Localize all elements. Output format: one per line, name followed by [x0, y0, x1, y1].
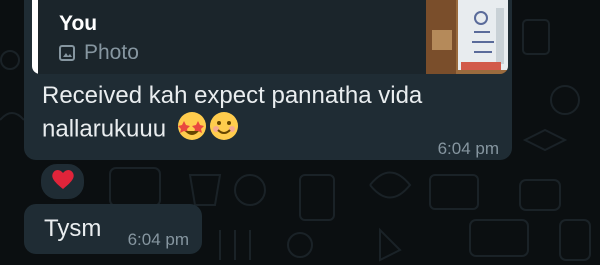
message-text: Received kah expect pannatha vida nallar… — [42, 80, 502, 149]
message-emojis — [177, 111, 239, 149]
message-text: Tysm — [44, 215, 102, 242]
quote-author: You — [59, 12, 98, 35]
quote-type-row: Photo — [59, 41, 139, 65]
red-heart-emoji — [51, 168, 75, 195]
reaction-badge[interactable] — [39, 162, 86, 201]
photo-thumbnail[interactable] — [426, 0, 508, 74]
smiling-emoji — [209, 112, 238, 140]
star-struck-emoji — [177, 112, 206, 140]
message-time: 6:04 pm — [437, 139, 499, 158]
quote-accent-bar — [32, 0, 38, 74]
quote-type-label: Photo — [84, 41, 139, 64]
message-time: 6:04 pm — [127, 230, 189, 249]
image-icon — [59, 45, 75, 61]
message-bubble[interactable]: You Photo Received kah expect pannatha v… — [24, 0, 512, 160]
quoted-reply[interactable]: You Photo — [32, 0, 508, 74]
message-bubble[interactable]: Tysm 6:04 pm — [24, 204, 202, 254]
